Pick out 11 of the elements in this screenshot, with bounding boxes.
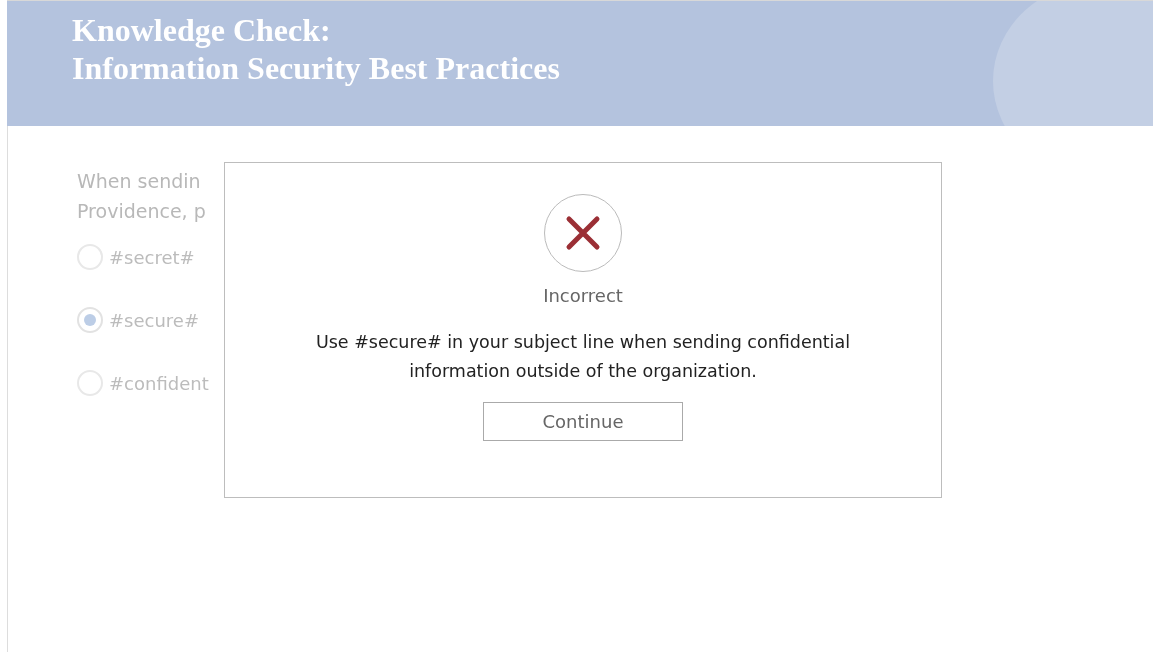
question-text: Providence, p	[77, 199, 207, 224]
continue-button[interactable]: Continue	[483, 402, 683, 441]
page-title: Information Security Best Practices	[72, 49, 561, 87]
option-label: #confident	[109, 372, 209, 394]
option-label: #secure#	[109, 309, 199, 331]
result-label: Incorrect	[543, 285, 623, 306]
radio-button[interactable]	[77, 307, 103, 333]
page-title: Knowledge Check:	[72, 11, 332, 49]
feedback-message: Use #secure# in your subject line when sending confidential information outside of the organization.	[314, 331, 852, 383]
question-text: When sendin	[77, 169, 202, 194]
option-label: #secret#	[109, 246, 195, 268]
